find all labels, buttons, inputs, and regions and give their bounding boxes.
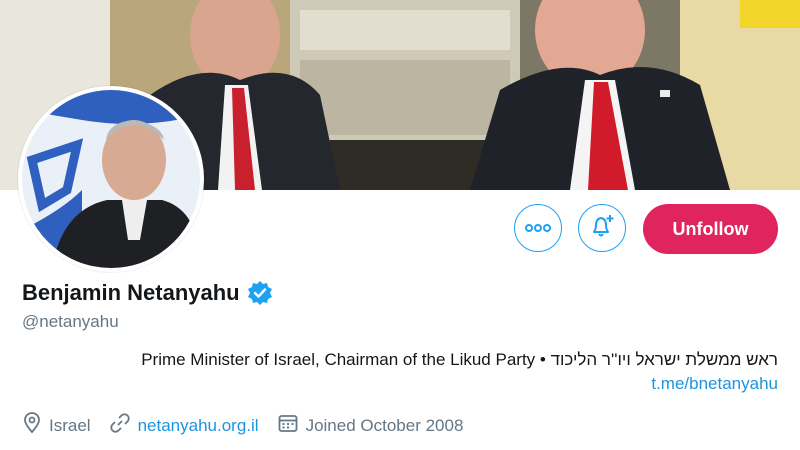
profile-name-row: Benjamin Netanyahu (22, 280, 273, 306)
more-icon (525, 219, 551, 237)
profile-name: Benjamin Netanyahu (22, 280, 240, 305)
profile-bio: ראש ממשלת ישראל ויו''ר הליכוד • Prime Mi… (22, 348, 778, 396)
bell-plus-icon (588, 212, 616, 245)
bio-link[interactable]: t.me/bnetanyahu (651, 374, 778, 393)
location-pin-icon (22, 412, 49, 439)
joined-item: Joined October 2008 (277, 412, 464, 439)
link-icon (109, 412, 138, 439)
profile-avatar[interactable] (18, 86, 204, 272)
unfollow-button[interactable]: Unfollow (643, 204, 778, 254)
website-item: netanyahu.org.il (109, 412, 259, 439)
notifications-button[interactable] (578, 204, 626, 252)
bio-text: ראש ממשלת ישראל ויו''ר הליכוד • Prime Mi… (141, 350, 778, 369)
verified-badge-icon (247, 280, 273, 306)
profile-handle: @netanyahu (22, 312, 119, 331)
more-options-button[interactable] (514, 204, 562, 252)
location-item: Israel (22, 412, 91, 439)
calendar-icon (277, 412, 306, 439)
joined-text: Joined October 2008 (305, 415, 464, 435)
profile-meta: Israel netanyahu.org.il Joined October 2… (22, 412, 481, 439)
website-link[interactable]: netanyahu.org.il (138, 416, 259, 436)
location-text: Israel (49, 415, 91, 435)
